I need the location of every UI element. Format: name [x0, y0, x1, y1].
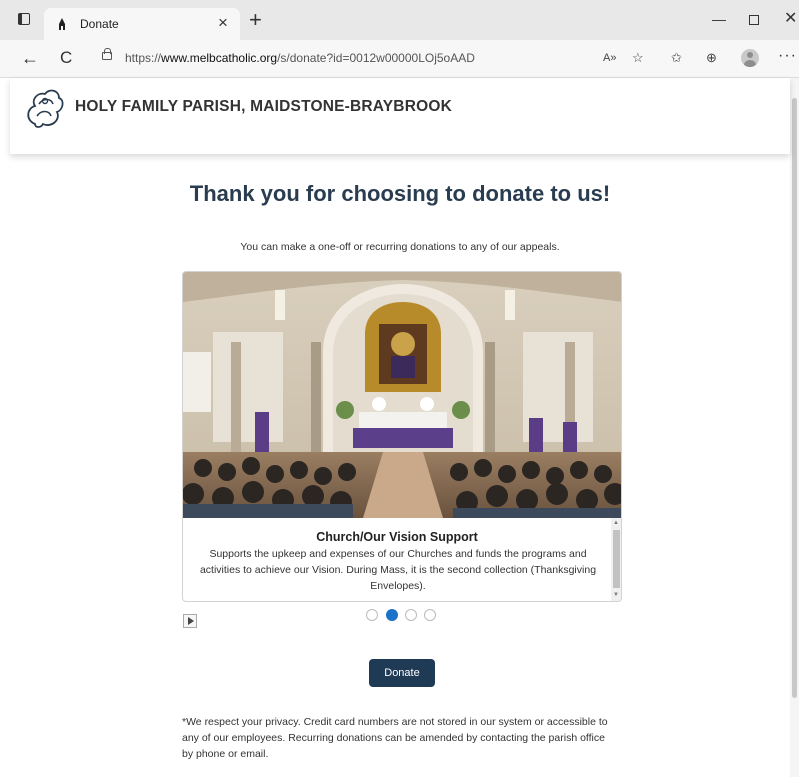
description-scroll-thumb[interactable]	[613, 530, 620, 588]
browser-tab-bar: Donate × + — ✕	[0, 0, 799, 40]
address-bar[interactable]: https://www.melbcatholic.org/s/donate?id…	[92, 46, 672, 72]
read-aloud-icon[interactable]: A»	[603, 49, 616, 67]
address-toolbar: ← C https://www.melbcatholic.org/s/donat…	[0, 40, 799, 78]
url-text[interactable]: https://www.melbcatholic.org/s/donate?id…	[125, 51, 475, 65]
description-scrollbar[interactable]: ▲ ▼	[611, 518, 621, 601]
carousel-play-button[interactable]	[183, 614, 197, 628]
appeal-carousel-card: Church/Our Vision Support Supports the u…	[182, 271, 622, 602]
carousel-dot-1[interactable]	[366, 609, 378, 621]
profile-avatar-icon[interactable]	[741, 49, 759, 67]
site-favicon-icon	[59, 18, 65, 30]
favorites-icon[interactable]: ✩	[671, 49, 682, 67]
minimize-icon[interactable]: —	[712, 10, 726, 28]
page-subtitle: You can make a one-off or recurring dona…	[240, 241, 560, 253]
tab-actions-icon[interactable]	[18, 13, 30, 25]
page-title: Thank you for choosing to donate to us!	[189, 181, 611, 206]
back-icon[interactable]: ←	[21, 47, 39, 69]
parish-logo-icon[interactable]	[21, 84, 67, 132]
new-tab-button[interactable]: +	[249, 8, 262, 32]
appeal-description: Supports the upkeep and expenses of our …	[199, 548, 597, 592]
more-menu-icon[interactable]: ···	[778, 47, 797, 65]
donate-button[interactable]: Donate	[369, 659, 435, 687]
page-scroll-thumb[interactable]	[792, 98, 797, 698]
close-window-icon[interactable]: ✕	[784, 10, 797, 28]
church-interior-image	[183, 272, 621, 518]
scroll-down-arrow-icon[interactable]: ▼	[613, 592, 619, 598]
appeal-title: Church/Our Vision Support	[316, 530, 478, 544]
carousel-dot-4[interactable]	[424, 609, 436, 621]
carousel-dot-2[interactable]	[386, 609, 398, 621]
reload-icon[interactable]: C	[60, 47, 72, 69]
tab-close-icon[interactable]: ×	[218, 13, 228, 33]
parish-name[interactable]: HOLY FAMILY PARISH, MAIDSTONE-BRAYBROOK	[75, 98, 452, 116]
carousel-dot-3[interactable]	[405, 609, 417, 621]
browser-tab[interactable]: Donate ×	[44, 8, 240, 40]
site-header: HOLY FAMILY PARISH, MAIDSTONE-BRAYBROOK	[10, 78, 790, 154]
privacy-notice: *We respect your privacy. Credit card nu…	[182, 716, 608, 760]
tab-title: Donate	[80, 17, 119, 31]
maximize-icon[interactable]	[749, 15, 759, 25]
favorite-star-icon[interactable]: ☆	[632, 49, 644, 67]
appeal-description-panel: Church/Our Vision Support Supports the u…	[183, 518, 611, 601]
collections-icon[interactable]: ⊕	[706, 49, 717, 67]
lock-icon[interactable]	[102, 48, 112, 60]
page-scrollbar[interactable]	[790, 78, 799, 777]
scroll-up-arrow-icon[interactable]: ▲	[613, 520, 619, 526]
